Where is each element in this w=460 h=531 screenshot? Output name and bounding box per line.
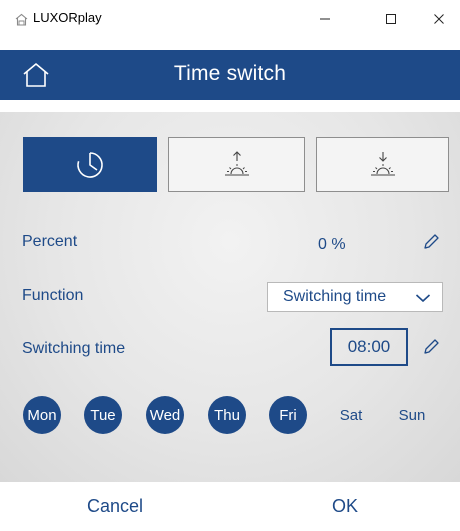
function-select-value: Switching time (283, 288, 387, 305)
sunrise-icon (224, 150, 249, 176)
minimize-icon (320, 18, 330, 20)
day-wed[interactable]: Wed (146, 396, 184, 434)
window-titlebar: LUXORplay (0, 0, 460, 38)
app-header: Time switch (0, 50, 460, 100)
day-sat[interactable]: Sat (332, 396, 370, 434)
day-mon[interactable]: Mon (23, 396, 61, 434)
mode-clock-button[interactable] (23, 137, 157, 192)
clock-icon (77, 151, 103, 178)
pencil-icon[interactable] (422, 233, 440, 251)
switching-time-value[interactable]: 08:00 (330, 328, 408, 366)
dialog-footer: Cancel OK (0, 482, 460, 531)
day-thu[interactable]: Thu (208, 396, 246, 434)
house-icon (15, 13, 28, 26)
percent-value: 0 % (318, 236, 346, 253)
maximize-button[interactable] (368, 0, 414, 38)
page-title: Time switch (173, 62, 287, 85)
close-icon (434, 14, 444, 24)
mode-sunrise-button[interactable] (168, 137, 305, 192)
maximize-icon (386, 14, 396, 24)
time-switch-panel: Percent 0 % Function Switching time Swit… (0, 112, 460, 482)
chevron-down-icon (415, 294, 431, 302)
window-title: LUXORplay (33, 10, 102, 25)
pencil-icon[interactable] (422, 338, 440, 356)
ok-button[interactable]: OK (230, 482, 460, 531)
sunset-icon (370, 151, 395, 176)
cancel-button[interactable]: Cancel (0, 482, 230, 531)
function-select[interactable]: Switching time (267, 282, 443, 312)
switching-time-label: Switching time (22, 340, 126, 357)
day-tue[interactable]: Tue (84, 396, 122, 434)
minimize-button[interactable] (302, 0, 348, 38)
function-label: Function (22, 287, 84, 304)
close-button[interactable] (416, 0, 460, 38)
day-sun[interactable]: Sun (393, 396, 431, 434)
mode-sunset-button[interactable] (316, 137, 449, 192)
percent-label: Percent (22, 233, 78, 250)
day-fri[interactable]: Fri (269, 396, 307, 434)
